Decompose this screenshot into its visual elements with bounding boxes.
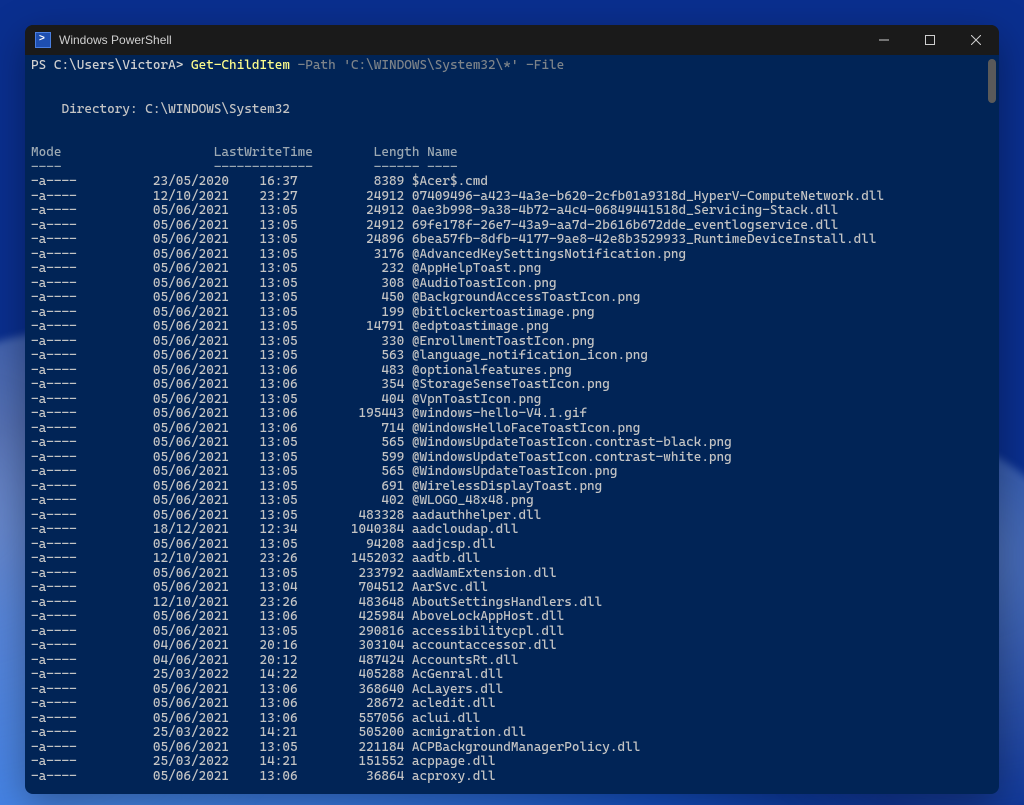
powershell-window: Windows PowerShell PS C:\Users\VictorA> … — [25, 25, 999, 794]
table-row: -a---- 05/06/2021 13:05 565 @WindowsUpda… — [31, 436, 993, 451]
table-row: -a---- 05/06/2021 13:06 714 @WindowsHell… — [31, 422, 993, 437]
table-row: -a---- 25/03/2022 14:21 151552 acppage.d… — [31, 755, 993, 770]
table-row: -a---- 05/06/2021 13:05 199 @bitlockerto… — [31, 306, 993, 321]
table-row: -a---- 05/06/2021 13:05 404 @VpnToastIco… — [31, 393, 993, 408]
table-row: -a---- 25/03/2022 14:21 505200 acmigrati… — [31, 726, 993, 741]
minimize-button[interactable] — [861, 25, 907, 55]
close-button[interactable] — [953, 25, 999, 55]
table-row: -a---- 05/06/2021 13:05 599 @WindowsUpda… — [31, 451, 993, 466]
table-row: -a---- 05/06/2021 13:05 24912 69fe178f-2… — [31, 219, 993, 234]
prompt-ps: PS — [31, 58, 54, 73]
table-row: -a---- 05/06/2021 13:05 94208 aadjcsp.dl… — [31, 538, 993, 553]
flag-path: -Path — [290, 58, 336, 73]
table-row: -a---- 05/06/2021 13:05 24912 0ae3b998-9… — [31, 204, 993, 219]
flag-file: -File — [519, 58, 565, 73]
table-row: -a---- 05/06/2021 13:06 195443 @windows-… — [31, 407, 993, 422]
table-row: -a---- 05/06/2021 13:05 3176 @AdvancedKe… — [31, 248, 993, 263]
file-listing: -a---- 23/05/2020 16:37 8389 $Acer$.cmd-… — [31, 175, 993, 784]
column-rules: ---- ------------- ------ ---- — [31, 161, 993, 176]
table-row: -a---- 05/06/2021 13:05 402 @WLOGO_48x48… — [31, 494, 993, 509]
table-row: -a---- 05/06/2021 13:06 425984 AboveLock… — [31, 610, 993, 625]
table-row: -a---- 05/06/2021 13:05 232 @AppHelpToas… — [31, 262, 993, 277]
table-row: -a---- 05/06/2021 13:05 290816 accessibi… — [31, 625, 993, 640]
table-row: -a---- 05/06/2021 13:05 330 @EnrollmentT… — [31, 335, 993, 350]
table-row: -a---- 04/06/2021 20:12 487424 AccountsR… — [31, 654, 993, 669]
table-row: -a---- 05/06/2021 13:05 565 @WindowsUpda… — [31, 465, 993, 480]
table-row: -a---- 05/06/2021 13:06 368640 AcLayers.… — [31, 683, 993, 698]
table-row: -a---- 05/06/2021 13:05 233792 aadWamExt… — [31, 567, 993, 582]
table-row: -a---- 05/06/2021 13:05 308 @AudioToastI… — [31, 277, 993, 292]
table-row: -a---- 05/06/2021 13:05 563 @language_no… — [31, 349, 993, 364]
table-row: -a---- 12/10/2021 23:27 24912 07409496-a… — [31, 190, 993, 205]
maximize-button[interactable] — [907, 25, 953, 55]
table-row: -a---- 05/06/2021 13:06 483 @optionalfea… — [31, 364, 993, 379]
directory-line: Directory: C:\WINDOWS\System32 — [31, 103, 993, 118]
table-row: -a---- 05/06/2021 13:05 24896 6bea57fb-8… — [31, 233, 993, 248]
prompt-line: PS C:\Users\VictorA> Get-ChildItem -Path… — [31, 59, 993, 74]
table-row: -a---- 05/06/2021 13:04 704512 AarSvc.dl… — [31, 581, 993, 596]
table-row: -a---- 25/03/2022 14:22 405288 AcGenral.… — [31, 668, 993, 683]
prompt-cwd: C:\Users\VictorA> — [54, 58, 191, 73]
table-row: -a---- 23/05/2020 16:37 8389 $Acer$.cmd — [31, 175, 993, 190]
table-row: -a---- 05/06/2021 13:05 691 @WirelessDis… — [31, 480, 993, 495]
column-headers: Mode LastWriteTime Length Name — [31, 146, 993, 161]
cmdlet: Get-ChildItem — [191, 58, 290, 73]
table-row: -a---- 05/06/2021 13:06 557056 aclui.dll — [31, 712, 993, 727]
window-title: Windows PowerShell — [59, 33, 172, 47]
table-row: -a---- 12/10/2021 23:26 1452032 aadtb.dl… — [31, 552, 993, 567]
titlebar[interactable]: Windows PowerShell — [25, 25, 999, 55]
table-row: -a---- 05/06/2021 13:06 28672 acledit.dl… — [31, 697, 993, 712]
table-row: -a---- 05/06/2021 13:06 36864 acproxy.dl… — [31, 770, 993, 785]
table-row: -a---- 05/06/2021 13:05 221184 ACPBackgr… — [31, 741, 993, 756]
table-row: -a---- 04/06/2021 20:16 303104 accountac… — [31, 639, 993, 654]
scrollbar-track[interactable] — [985, 55, 999, 794]
scrollbar-thumb[interactable] — [988, 59, 996, 103]
powershell-icon — [35, 32, 51, 48]
terminal-body[interactable]: PS C:\Users\VictorA> Get-ChildItem -Path… — [25, 55, 999, 794]
table-row: -a---- 05/06/2021 13:05 483328 aadauthhe… — [31, 509, 993, 524]
table-row: -a---- 05/06/2021 13:06 354 @StorageSens… — [31, 378, 993, 393]
table-row: -a---- 05/06/2021 13:05 14791 @edptoasti… — [31, 320, 993, 335]
arg-path: 'C:\WINDOWS\System32\*' — [336, 58, 519, 73]
table-row: -a---- 18/12/2021 12:34 1040384 aadcloud… — [31, 523, 993, 538]
table-row: -a---- 05/06/2021 13:05 450 @BackgroundA… — [31, 291, 993, 306]
table-row: -a---- 12/10/2021 23:26 483648 AboutSett… — [31, 596, 993, 611]
